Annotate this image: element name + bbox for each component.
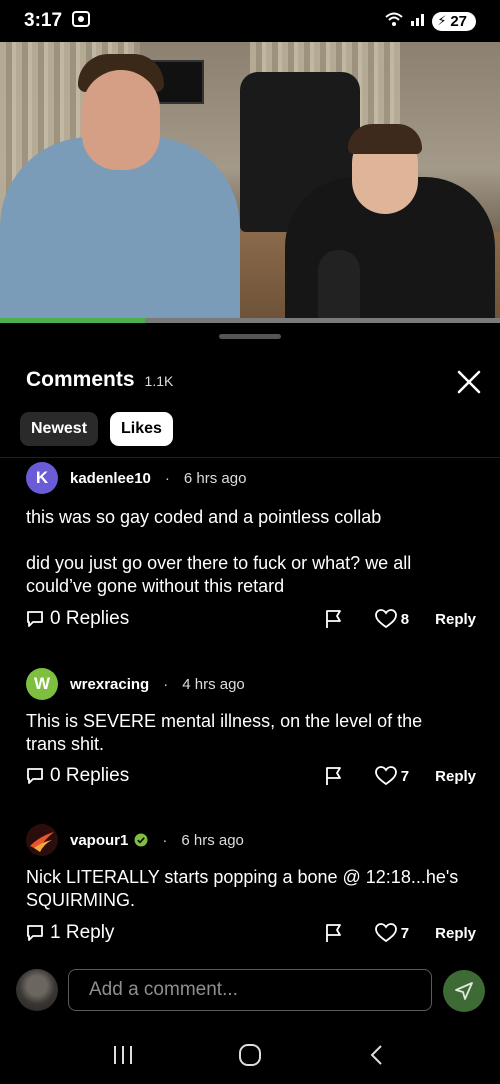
replies-count: 0 Replies (50, 765, 130, 786)
avatar[interactable]: K (26, 462, 58, 494)
avatar[interactable] (26, 824, 58, 856)
flag-icon (325, 767, 341, 785)
verified-badge-icon (134, 833, 148, 847)
home-icon (238, 1044, 261, 1066)
video-player[interactable] (0, 42, 500, 322)
recent-apps-button[interactable] (103, 1035, 143, 1075)
fire-avatar-icon (26, 824, 58, 856)
comments-header: Comments 1.1K (26, 368, 173, 392)
person-left-head (82, 70, 160, 170)
comment-username[interactable]: wrexracing (70, 676, 149, 693)
comment-bubble-icon (27, 768, 43, 784)
status-bar: 3:17 ⚡ 27 (0, 0, 500, 42)
sort-likes-button[interactable]: Likes (110, 412, 173, 446)
send-button[interactable] (443, 970, 485, 1012)
replies-count: 1 Reply (50, 922, 115, 943)
separator-dot: · (164, 469, 170, 487)
separator-dot: · (163, 675, 169, 693)
like-count: 8 (400, 610, 410, 628)
comment-header: vapour1 · 6 hrs ago (26, 824, 244, 856)
sort-newest-button[interactable]: Newest (20, 412, 99, 446)
wifi-icon (384, 11, 404, 32)
send-icon (455, 982, 473, 1000)
comment-actions: 0 Replies 7 Reply (26, 763, 476, 789)
close-button[interactable] (452, 365, 486, 399)
flag-icon (325, 610, 341, 628)
comment-bubble-icon (27, 611, 43, 627)
sort-options: Newest Likes (20, 412, 173, 446)
replies-button[interactable]: 1 Reply (26, 922, 114, 944)
close-icon (457, 370, 481, 394)
comment-header: K kadenlee10 · 6 hrs ago (26, 462, 246, 494)
comment-actions: 0 Replies 8 Reply (26, 606, 476, 632)
back-icon (370, 1045, 382, 1065)
avatar[interactable]: W (26, 668, 58, 700)
comment-bubble-icon (27, 925, 43, 941)
like-button[interactable]: 7 (374, 766, 410, 786)
flag-icon (325, 924, 341, 942)
signal-icon (410, 11, 426, 32)
current-user-avatar (16, 969, 58, 1011)
heart-icon (374, 609, 397, 629)
comments-title: Comments (26, 368, 135, 391)
comment-timestamp: 6 hrs ago (183, 469, 247, 487)
like-button[interactable]: 8 (374, 609, 410, 629)
home-button[interactable] (230, 1035, 270, 1075)
reply-button[interactable]: Reply (435, 925, 476, 942)
divider (0, 457, 500, 458)
battery-level: 27 (450, 12, 467, 30)
battery-indicator: ⚡ 27 (432, 11, 476, 31)
comment-timestamp: 6 hrs ago (181, 831, 244, 849)
heart-icon (374, 766, 397, 786)
replies-button[interactable]: 0 Replies (26, 608, 129, 630)
comment-timestamp: 4 hrs ago (182, 675, 245, 693)
like-count: 7 (400, 767, 410, 785)
replies-button[interactable]: 0 Replies (26, 765, 129, 787)
comment-username[interactable]: vapour1 (70, 832, 148, 849)
report-button[interactable] (323, 765, 345, 787)
comments-count: 1.1K (144, 373, 174, 389)
comment-input[interactable] (68, 969, 432, 1011)
drag-handle[interactable] (219, 334, 281, 339)
recent-apps-icon (114, 1046, 133, 1064)
back-button[interactable] (357, 1035, 397, 1075)
person-right-hair (348, 124, 422, 154)
status-time: 3:17 (24, 10, 63, 31)
report-button[interactable] (323, 608, 345, 630)
comment-actions: 1 Reply 7 Reply (26, 920, 476, 946)
comment-text: This is SEVERE mental illness, on the le… (26, 711, 423, 754)
separator-dot: · (162, 831, 168, 849)
report-button[interactable] (323, 922, 345, 944)
like-count: 7 (400, 924, 410, 942)
comment-composer (0, 965, 500, 1017)
comment-header: W wrexracing · 4 hrs ago (26, 668, 245, 700)
reply-button[interactable]: Reply (435, 611, 476, 628)
like-button[interactable]: 7 (374, 923, 410, 943)
heart-icon (374, 923, 397, 943)
microphone (318, 250, 360, 322)
screen-record-icon (72, 10, 91, 32)
comment-text: Nick LITERALLY starts popping a bone @ 1… (26, 867, 459, 910)
comment-username[interactable]: kadenlee10 (70, 470, 151, 487)
comment-text: this was so gay coded and a pointless co… (26, 507, 412, 596)
system-nav-bar (0, 1026, 500, 1084)
replies-count: 0 Replies (50, 608, 130, 629)
reply-button[interactable]: Reply (435, 768, 476, 785)
charging-icon: ⚡ (437, 12, 447, 28)
